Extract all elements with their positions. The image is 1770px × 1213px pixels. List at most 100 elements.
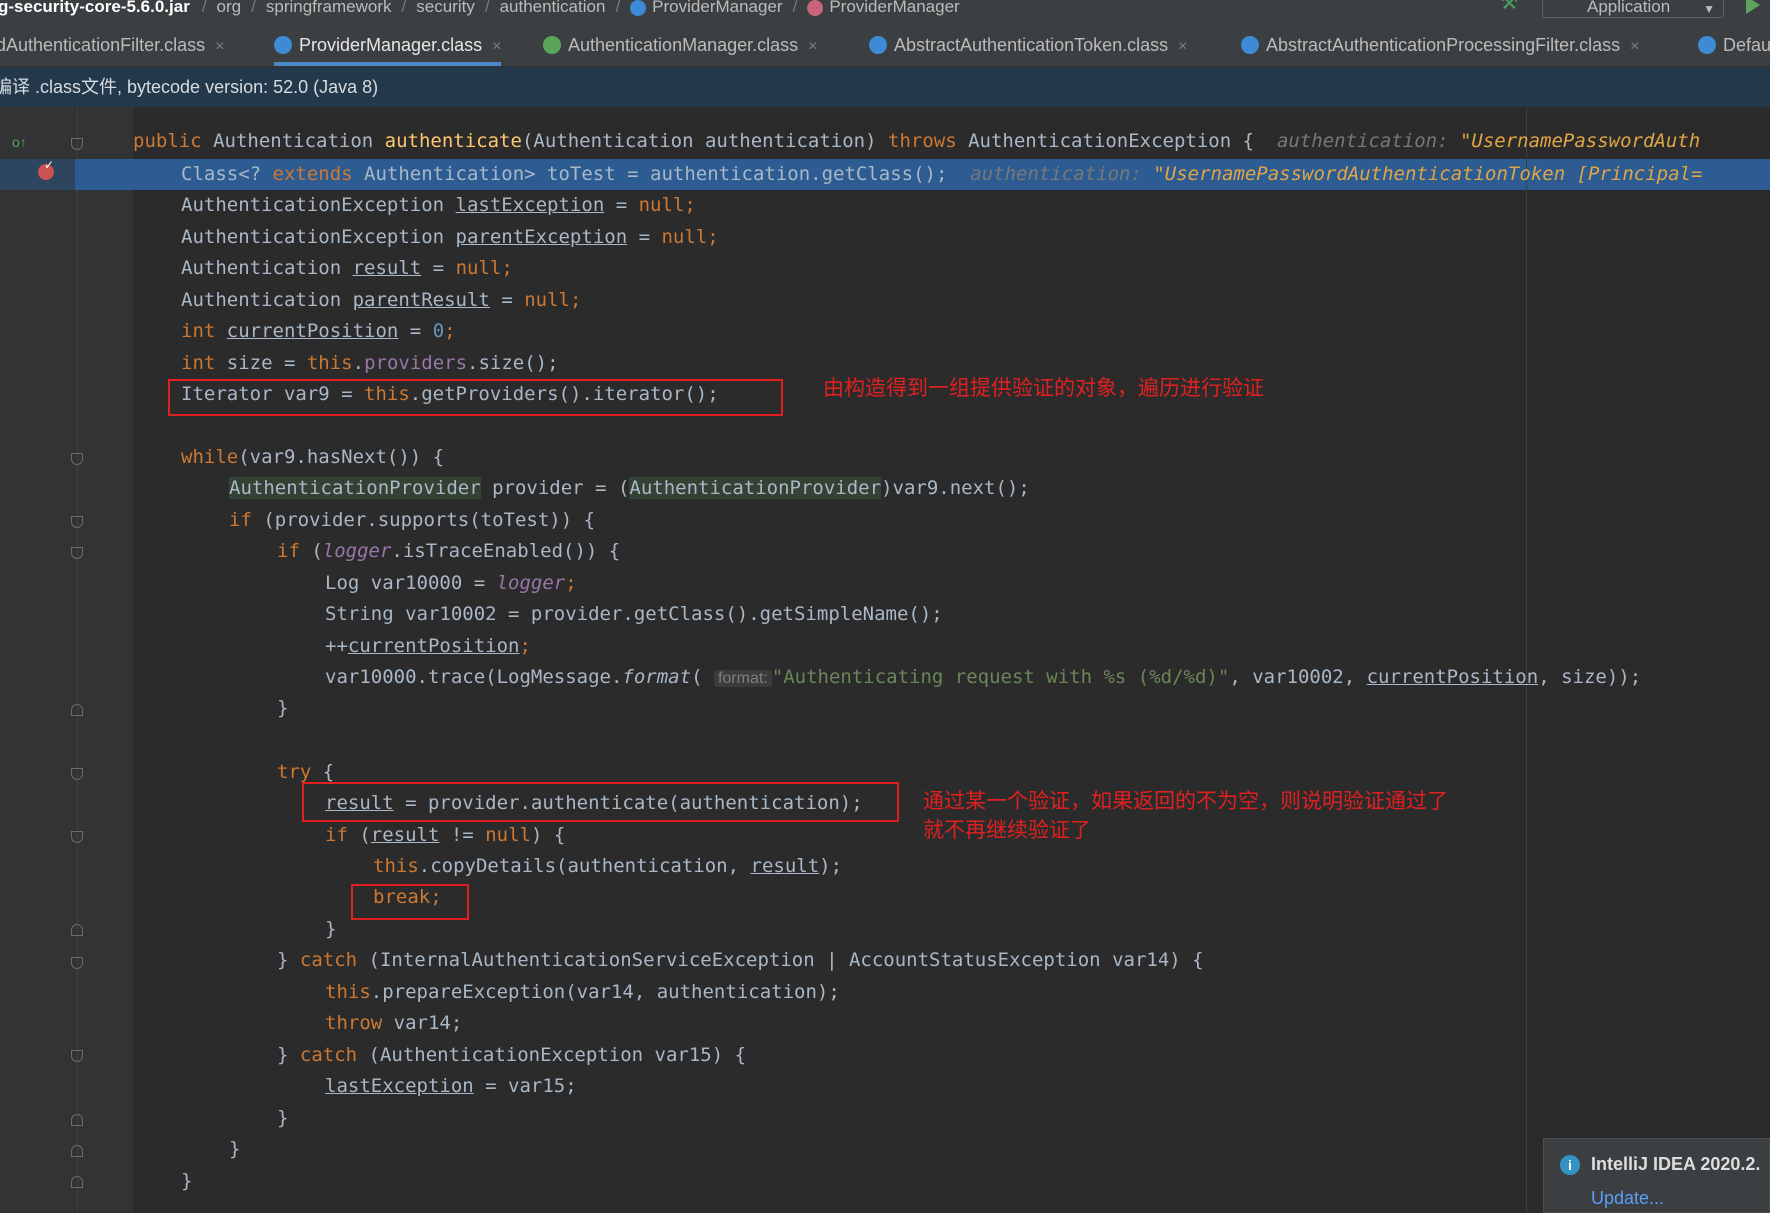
annotation-box bbox=[351, 884, 469, 920]
code-line[interactable]: } catch (AuthenticationException var15) … bbox=[277, 1040, 746, 1071]
code-line[interactable]: int currentPosition = 0; bbox=[181, 316, 456, 347]
code-line[interactable]: } bbox=[277, 1103, 288, 1134]
code-line[interactable]: String var10002 = provider.getClass().ge… bbox=[325, 599, 943, 630]
breakpoint-icon[interactable] bbox=[38, 158, 54, 180]
fold-icon[interactable] bbox=[71, 768, 83, 780]
close-icon[interactable]: × bbox=[1178, 38, 1187, 55]
annotation-note: 就不再继续验证了 bbox=[923, 819, 1091, 842]
tab-authenticationmanager[interactable]: AuthenticationManager.class × bbox=[543, 22, 818, 66]
close-icon[interactable]: × bbox=[808, 38, 817, 55]
code-line[interactable]: Log var10000 = logger; bbox=[325, 568, 577, 599]
run-configuration-label: Application bbox=[1587, 0, 1671, 16]
code-line[interactable]: Class<? extends Authentication> toTest =… bbox=[181, 159, 1702, 190]
notification-title: IntelliJ IDEA 2020.2. bbox=[1591, 1154, 1761, 1174]
update-link[interactable]: Update... bbox=[1591, 1188, 1664, 1209]
breadcrumb-authentication[interactable]: authentication bbox=[500, 0, 606, 15]
code-line[interactable]: while(var9.hasNext()) { bbox=[181, 442, 444, 473]
class-icon bbox=[630, 0, 647, 16]
close-icon[interactable]: × bbox=[215, 38, 224, 55]
fold-icon[interactable] bbox=[71, 547, 83, 559]
breadcrumb-method[interactable]: ProviderManager bbox=[829, 0, 959, 15]
tab-label: ProviderManager.class bbox=[299, 35, 483, 55]
info-icon: i bbox=[1560, 1155, 1580, 1175]
breadcrumb-jar[interactable]: g-security-core-5.6.0.jar bbox=[0, 0, 190, 15]
fold-icon[interactable] bbox=[71, 957, 83, 969]
run-configuration-select[interactable]: Application ▼ bbox=[1542, 0, 1724, 18]
override-icon[interactable]: o↑ bbox=[12, 134, 27, 150]
info-text: 编译 .class文件, bytecode version: 52.0 (Jav… bbox=[0, 77, 379, 97]
code-line[interactable]: this.copyDetails(authentication, result)… bbox=[373, 851, 842, 882]
fold-icon[interactable] bbox=[71, 516, 83, 528]
breadcrumb-security[interactable]: security bbox=[416, 0, 475, 15]
code-line[interactable]: AuthenticationProvider provider = (Authe… bbox=[229, 473, 1030, 504]
breadcrumb-class[interactable]: ProviderManager bbox=[652, 0, 782, 15]
code-line[interactable]: if (logger.isTraceEnabled()) { bbox=[277, 536, 620, 567]
code-line[interactable]: } bbox=[325, 914, 336, 945]
breadcrumb-separator: / bbox=[201, 0, 207, 16]
class-icon bbox=[1698, 35, 1716, 54]
tab-providermanager[interactable]: ProviderManager.class × bbox=[274, 22, 502, 66]
parameter-hint: format: bbox=[713, 670, 772, 687]
annotation-box bbox=[302, 782, 899, 822]
tab-label: Defau bbox=[1723, 35, 1770, 55]
run-icon[interactable] bbox=[1746, 0, 1760, 14]
code-line[interactable]: AuthenticationException lastException = … bbox=[181, 190, 696, 221]
fold-icon[interactable] bbox=[71, 704, 83, 716]
update-notification[interactable]: i IntelliJ IDEA 2020.2. Update... bbox=[1543, 1138, 1770, 1213]
code-line[interactable]: } bbox=[181, 1166, 192, 1197]
breadcrumb-separator: / bbox=[251, 0, 256, 16]
code-line[interactable]: public Authentication authenticate(Authe… bbox=[133, 126, 1700, 157]
right-margin-guide bbox=[1526, 107, 1527, 1213]
class-icon bbox=[1241, 35, 1259, 54]
code-line[interactable]: throw var14; bbox=[325, 1008, 462, 1039]
fold-icon[interactable] bbox=[71, 1050, 83, 1062]
tab-label: AbstractAuthenticationProcessingFilter.c… bbox=[1266, 35, 1621, 55]
code-line[interactable]: } bbox=[229, 1134, 240, 1165]
tab-abstractauthenticationtoken[interactable]: AbstractAuthenticationToken.class × bbox=[869, 22, 1188, 66]
breadcrumb-separator: / bbox=[484, 0, 490, 16]
editor-gutter[interactable] bbox=[0, 107, 133, 1213]
code-line[interactable]: } bbox=[277, 693, 288, 724]
fold-icon[interactable] bbox=[71, 1176, 83, 1188]
tab-label: AbstractAuthenticationToken.class bbox=[894, 35, 1169, 55]
close-icon[interactable]: × bbox=[1630, 38, 1639, 55]
code-line[interactable]: if (provider.supports(toTest)) { bbox=[229, 505, 595, 536]
code-line[interactable]: if (result != null) { bbox=[325, 820, 565, 851]
editor-tab-bar: dAuthenticationFilter.class × ProviderMan… bbox=[0, 22, 1770, 67]
fold-icon[interactable] bbox=[71, 138, 83, 150]
code-line[interactable]: Authentication parentResult = null; bbox=[181, 285, 581, 316]
code-line[interactable]: lastException = var15; bbox=[325, 1071, 577, 1102]
code-line[interactable]: int size = this.providers.size(); bbox=[181, 348, 559, 379]
code-line[interactable]: Authentication result = null; bbox=[181, 253, 513, 284]
tab-label: AuthenticationManager.class bbox=[568, 35, 799, 55]
gutter-divider bbox=[77, 107, 78, 1213]
fold-icon[interactable] bbox=[71, 1114, 83, 1126]
breadcrumb-org[interactable]: org bbox=[217, 0, 242, 15]
code-line[interactable]: AuthenticationException parentException … bbox=[181, 222, 719, 253]
tab-label: dAuthenticationFilter.class bbox=[0, 35, 206, 55]
class-icon bbox=[274, 35, 292, 54]
method-icon bbox=[807, 0, 824, 16]
breadcrumb-springframework[interactable]: springframework bbox=[266, 0, 392, 15]
tab-default[interactable]: Defau bbox=[1698, 22, 1770, 66]
decompiled-info-bar: 编译 .class文件, bytecode version: 52.0 (Jav… bbox=[0, 67, 1770, 107]
tab-abstractauthenticationprocessingfilter[interactable]: AbstractAuthenticationProcessingFilter.c… bbox=[1241, 22, 1640, 66]
code-line[interactable]: } catch (InternalAuthenticationServiceEx… bbox=[277, 945, 1204, 976]
class-icon bbox=[869, 35, 887, 54]
code-line[interactable]: this.prepareException(var14, authenticat… bbox=[325, 977, 840, 1008]
tab-dauthenticationfilter[interactable]: dAuthenticationFilter.class × bbox=[0, 22, 224, 66]
fold-icon[interactable] bbox=[71, 453, 83, 465]
annotation-note: 由构造得到一组提供验证的对象，遍历进行验证 bbox=[823, 377, 1264, 400]
close-icon[interactable]: × bbox=[492, 38, 501, 55]
inline-debug-hint: authentication: bbox=[947, 163, 1154, 185]
breadcrumb-separator: / bbox=[401, 0, 407, 16]
code-line[interactable]: ++currentPosition; bbox=[325, 631, 531, 662]
chevron-down-icon: ▼ bbox=[1703, 2, 1715, 16]
fold-icon[interactable] bbox=[71, 1145, 83, 1157]
build-hammer-icon[interactable]: ⚒ bbox=[1500, 0, 1518, 13]
fold-icon[interactable] bbox=[71, 924, 83, 936]
fold-icon[interactable] bbox=[71, 831, 83, 843]
annotation-note: 通过某一个验证，如果返回的不为空，则说明验证通过了 bbox=[923, 790, 1448, 813]
interface-icon bbox=[543, 35, 561, 54]
code-line[interactable]: var10000.trace(LogMessage.format( format… bbox=[325, 662, 1641, 693]
